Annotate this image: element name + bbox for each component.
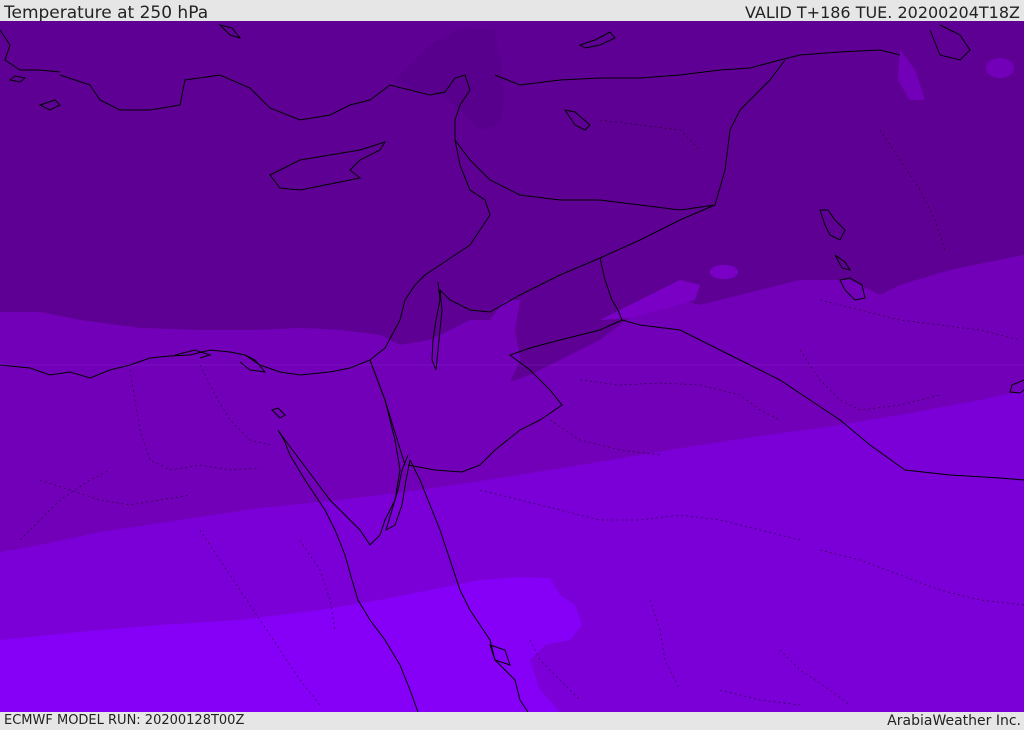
credit-label: ArabiaWeather Inc.: [887, 713, 1021, 729]
header-bar: Temperature at 250 hPa VALID T+186 TUE. …: [0, 0, 1024, 23]
valid-time: VALID T+186 TUE. 20200204T18Z: [744, 3, 1020, 22]
model-run-label: ECMWF MODEL RUN: 20200128T00Z: [4, 713, 245, 728]
map-title: Temperature at 250 hPa: [4, 3, 209, 23]
band-light-blob: [710, 265, 738, 279]
footer-bar: ECMWF MODEL RUN: 20200128T00Z ArabiaWeat…: [0, 712, 1024, 729]
band-light-blob-ne: [986, 58, 1014, 78]
weather-map[interactable]: [0, 21, 1024, 712]
